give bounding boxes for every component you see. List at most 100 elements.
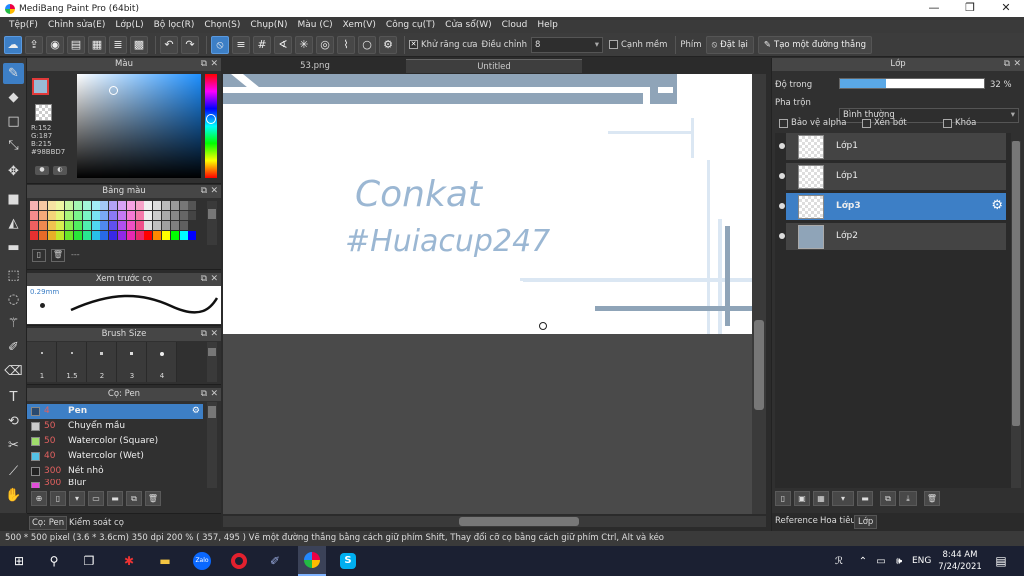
menu-edit[interactable]: Chỉnh sửa(E) — [43, 20, 110, 30]
layer-menu-icon[interactable]: ▾ — [832, 491, 854, 506]
select-pen-icon[interactable]: ✐ — [3, 337, 24, 358]
eye-icon[interactable] — [779, 233, 785, 239]
task-view-icon[interactable]: ❐ — [78, 551, 100, 571]
palette-swatch[interactable] — [153, 211, 162, 220]
brush-item-watercolor-wet[interactable]: 40 Watercolor (Wet) — [27, 449, 203, 464]
popout-icon[interactable]: ⧉ — [201, 388, 207, 401]
eye-icon[interactable] — [779, 173, 785, 179]
dot-tool-icon[interactable]: □ — [3, 111, 24, 132]
palette-swatch[interactable] — [47, 201, 56, 210]
operation-tool-icon[interactable]: ⟲ — [3, 411, 24, 432]
tab-navigator[interactable]: Hoa tiêu — [820, 516, 856, 526]
tab-brush[interactable]: Cọ: Pen — [29, 516, 68, 530]
text-tool-icon[interactable]: T — [3, 387, 24, 408]
tab-untitled[interactable]: Untitled — [406, 59, 582, 73]
new-palette-icon[interactable]: ▯ — [32, 249, 46, 262]
palette-swatch[interactable] — [38, 211, 47, 220]
palette-swatch[interactable] — [38, 221, 47, 230]
snap-circle-icon[interactable]: ◎ — [316, 35, 334, 54]
windows-start-icon[interactable]: ⊞ — [8, 551, 30, 571]
menu-help[interactable]: Help — [532, 20, 563, 30]
popout-icon[interactable]: ⧉ — [201, 273, 207, 286]
brush-list-scrollbar[interactable] — [207, 402, 217, 488]
layer-scrollbar[interactable] — [1011, 141, 1021, 488]
antialias-toggle[interactable]: ✕ Khử răng cưa — [409, 40, 478, 50]
layer-row[interactable]: Lớp2 — [779, 223, 1006, 251]
soft-edge-checkbox[interactable] — [608, 40, 618, 49]
skype-icon[interactable]: S — [337, 551, 359, 571]
clipping-toggle[interactable]: Xén bớt — [862, 118, 907, 128]
palette-swatch[interactable] — [126, 211, 135, 220]
close-icon[interactable]: ✕ — [210, 273, 218, 286]
palette-swatch[interactable] — [100, 201, 109, 210]
palette-swatch[interactable] — [135, 211, 144, 220]
palette-swatch[interactable] — [118, 201, 126, 210]
lock-toggle[interactable]: Khóa — [943, 118, 976, 128]
hue-handle[interactable] — [206, 114, 216, 124]
menu-cloud[interactable]: Cloud — [497, 20, 533, 30]
eye-icon[interactable] — [779, 203, 785, 209]
close-icon[interactable]: ✕ — [1013, 58, 1021, 71]
palette-swatch[interactable] — [30, 201, 38, 210]
menu-tools[interactable]: Công cụ(T) — [381, 20, 440, 30]
size-cell-1-5[interactable]: 1.5 — [57, 342, 87, 382]
list-icon[interactable]: ≣ — [109, 35, 127, 54]
palette-swatch[interactable] — [153, 221, 162, 230]
palette-swatch[interactable] — [47, 211, 56, 220]
snap-ellipse-icon[interactable]: ○ — [358, 35, 376, 54]
file-explorer-icon[interactable]: ▬ — [154, 551, 176, 571]
app-icon[interactable]: ✱ — [118, 551, 140, 571]
palette-swatch[interactable] — [91, 201, 100, 210]
canvas-vscrollbar[interactable] — [752, 74, 766, 514]
palette-swatch[interactable] — [153, 201, 162, 210]
canvas-hscrollbar[interactable] — [223, 516, 766, 527]
shape-fill-icon[interactable]: ■ — [3, 189, 24, 210]
palette-swatch[interactable] — [91, 231, 100, 240]
primary-color-swatch[interactable] — [32, 78, 49, 95]
trash-icon[interactable]: 🗑 — [145, 491, 161, 506]
palette-swatch[interactable] — [38, 231, 47, 240]
color-field[interactable] — [77, 74, 201, 178]
transparent-color-swatch[interactable] — [35, 104, 52, 121]
snap-soft-toggle[interactable]: Cạnh mềm — [608, 40, 667, 50]
cloud-icon[interactable]: ☁ — [4, 35, 22, 54]
palette-swatch[interactable] — [82, 221, 91, 230]
palette-swatch[interactable] — [162, 211, 170, 220]
palette-swatch[interactable] — [179, 201, 188, 210]
palette-swatch[interactable] — [179, 211, 188, 220]
hue-slider[interactable] — [205, 74, 217, 178]
eyedropper-tool-icon[interactable]: ⟋ — [3, 461, 24, 482]
palette-swatch[interactable] — [47, 221, 56, 230]
minimize-button[interactable]: — — [916, 0, 952, 17]
palette-swatch[interactable] — [74, 221, 82, 230]
clipping-checkbox[interactable] — [862, 118, 871, 128]
snap-vanish-icon[interactable]: ∢ — [274, 35, 292, 54]
snap-radial-icon[interactable]: ✳ — [295, 35, 313, 54]
tab-53png[interactable]: 53.png — [226, 59, 404, 73]
palette-swatch[interactable] — [100, 211, 109, 220]
palette-swatch[interactable] — [56, 211, 65, 220]
redo-icon[interactable]: ↷ — [181, 35, 199, 54]
size-cell-4[interactable]: 4 — [147, 342, 177, 382]
palette-swatch[interactable] — [188, 201, 197, 210]
brush-item-watercolor-square[interactable]: 50 Watercolor (Square) — [27, 434, 203, 449]
menu-file[interactable]: Tệp(F) — [4, 20, 43, 30]
snap-parallel-icon[interactable]: ≡ — [232, 35, 250, 54]
new-layer-icon[interactable]: ▯ — [775, 491, 791, 506]
palette-swatch[interactable] — [118, 231, 126, 240]
palette-swatch[interactable] — [179, 221, 188, 230]
medibang-taskbar-icon[interactable] — [298, 546, 326, 576]
bucket-tool-icon[interactable]: ◭ — [3, 213, 24, 234]
size-cell-1[interactable]: 1 — [27, 342, 57, 382]
palette-swatch[interactable] — [162, 221, 170, 230]
palette-swatch[interactable] — [56, 201, 65, 210]
palette-swatch[interactable] — [144, 231, 153, 240]
palette-swatch[interactable] — [135, 201, 144, 210]
palette-swatch[interactable] — [30, 211, 38, 220]
palette-swatch[interactable] — [91, 221, 100, 230]
close-icon[interactable]: ✕ — [210, 58, 218, 71]
size-cell-2[interactable]: 2 — [87, 342, 117, 382]
size-cell-3[interactable]: 3 — [117, 342, 147, 382]
protect-alpha-toggle[interactable]: Bảo vệ alpha — [779, 118, 846, 128]
magic-wand-icon[interactable]: ⚚ — [3, 313, 24, 334]
